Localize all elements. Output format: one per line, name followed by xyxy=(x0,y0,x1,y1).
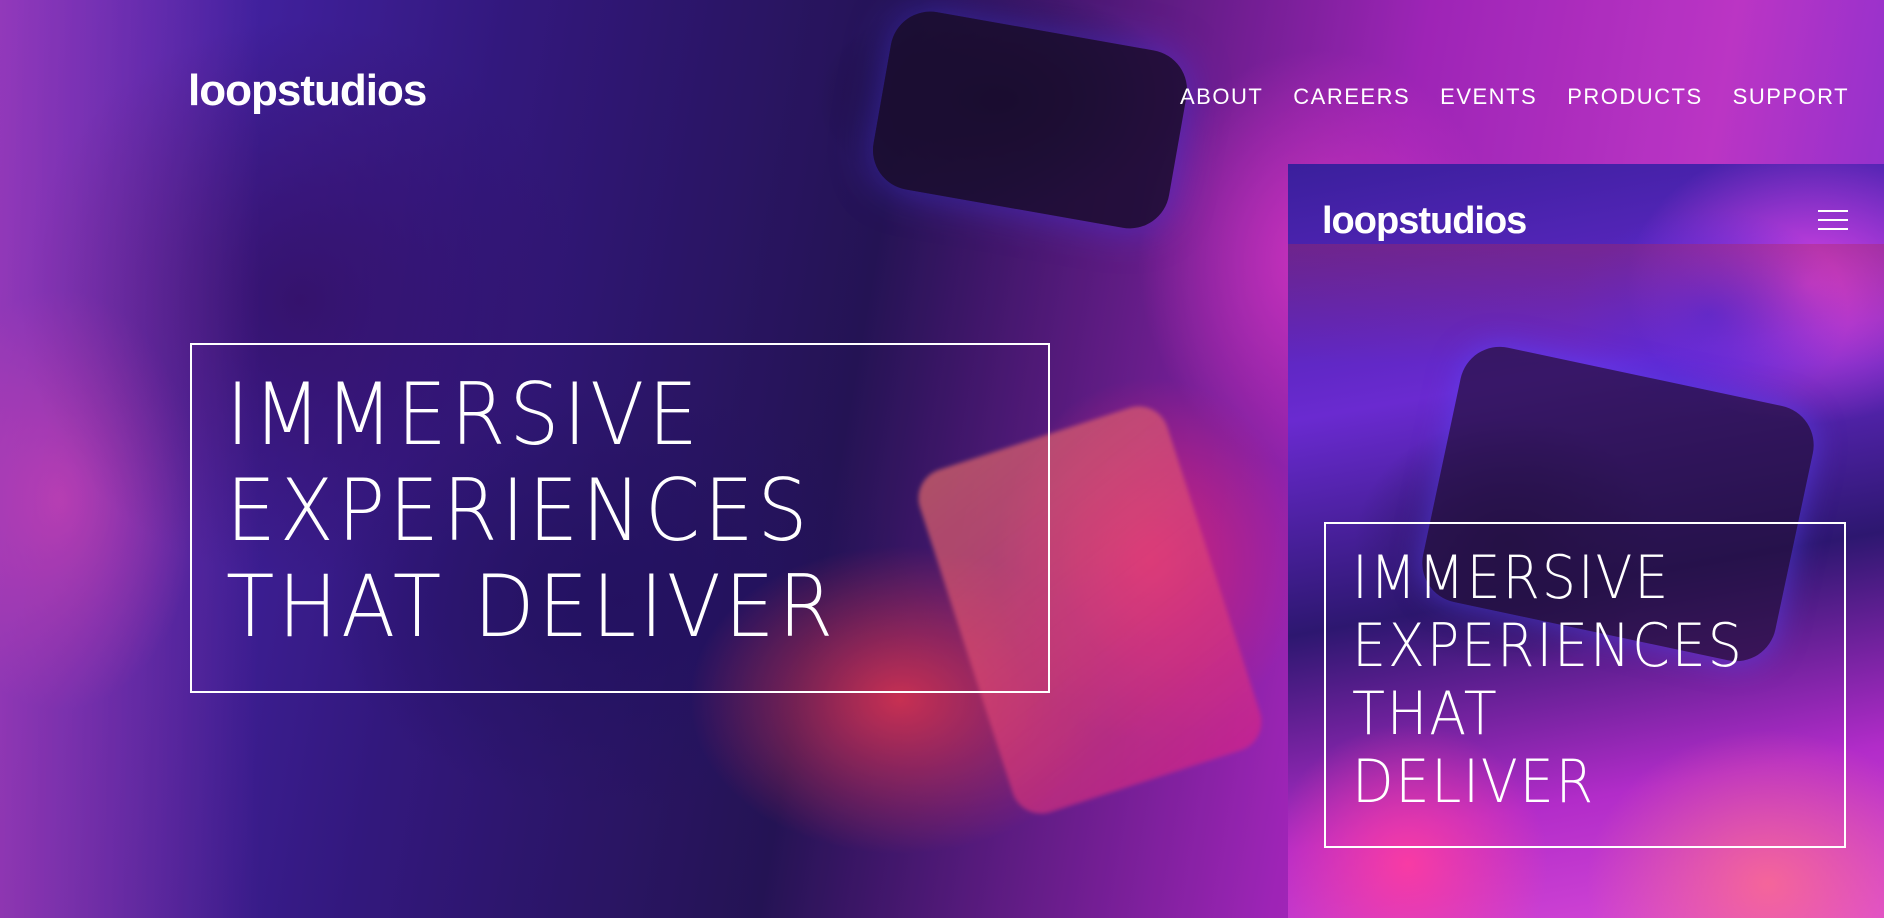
mobile-hero-headline: IMMERSIVE EXPERIENCES THAT DELIVER xyxy=(1352,544,1744,816)
mobile-hero-line: DELIVER xyxy=(1352,747,1595,817)
nav-link-support[interactable]: SUPPORT xyxy=(1733,84,1849,110)
nav-link-about[interactable]: ABOUT xyxy=(1180,84,1263,110)
hero-headline-box: IMMERSIVE EXPERIENCES THAT DELIVER xyxy=(190,343,1050,693)
nav-link-careers[interactable]: CAREERS xyxy=(1293,84,1410,110)
mobile-hero-line: IMMERSIVE xyxy=(1352,543,1671,613)
mobile-preview: loopstudios IMMERSIVE EXPERIENCES THAT D… xyxy=(1288,164,1884,918)
nav-link-products[interactable]: PRODUCTS xyxy=(1567,84,1702,110)
hamburger-icon[interactable] xyxy=(1818,210,1848,232)
logo[interactable]: loopstudios xyxy=(188,66,427,116)
mobile-logo[interactable]: loopstudios xyxy=(1322,200,1527,243)
hero-line: EXPERIENCES xyxy=(226,461,812,561)
mobile-hero-headline-box: IMMERSIVE EXPERIENCES THAT DELIVER xyxy=(1324,522,1846,848)
hero-line: THAT DELIVER xyxy=(226,557,837,657)
page: loopstudios ABOUT CAREERS EVENTS PRODUCT… xyxy=(0,0,1884,918)
hero-line: IMMERSIVE xyxy=(226,365,702,465)
nav-link-events[interactable]: EVENTS xyxy=(1440,84,1537,110)
mobile-hero-line: THAT xyxy=(1352,679,1499,749)
mobile-hero-line: EXPERIENCES xyxy=(1352,611,1744,681)
main-nav: ABOUT CAREERS EVENTS PRODUCTS SUPPORT xyxy=(1180,84,1849,110)
hero-headline: IMMERSIVE EXPERIENCES THAT DELIVER xyxy=(226,367,837,655)
